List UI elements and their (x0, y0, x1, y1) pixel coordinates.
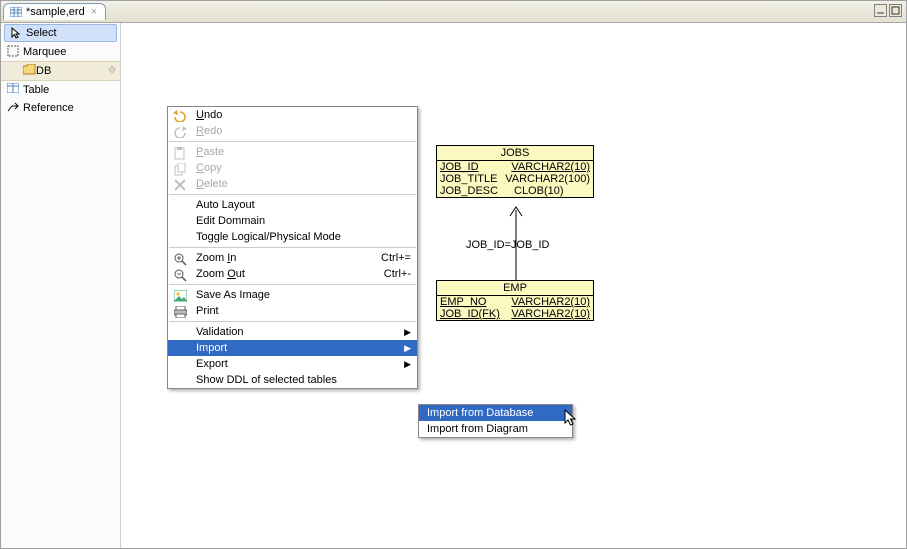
jobs-col0-type: VARCHAR2(10) (511, 161, 590, 173)
jobs-col2-type: CLOB(10) (514, 185, 564, 197)
marquee-icon (7, 45, 19, 57)
palette-marquee[interactable]: Marquee (1, 43, 120, 61)
erd-emp-title: EMP (437, 281, 593, 296)
erd-table-jobs[interactable]: JOBS JOB_IDVARCHAR2(10) JOB_TITLEVARCHAR… (436, 145, 594, 198)
table-icon (7, 83, 19, 95)
import-submenu: Import from Database Import from Diagram (418, 404, 573, 438)
palette-marquee-label: Marquee (23, 46, 66, 58)
redo-icon (172, 125, 188, 139)
menu-undo[interactable]: Undo (168, 107, 417, 123)
maximize-button[interactable] (889, 4, 902, 17)
submenu-arrow-icon: ▶ (404, 359, 411, 370)
jobs-col1-name: JOB_TITLE (440, 173, 505, 185)
pin-icon[interactable]: ⟐ (108, 65, 116, 76)
menu-auto-layout[interactable]: Auto Layout (168, 197, 417, 213)
menu-redo: Redo (168, 123, 417, 139)
tab-title: *sample,erd (26, 6, 85, 18)
tool-palette: Select Marquee DB ⟐ Table Reference (1, 23, 121, 548)
menu-import[interactable]: Import▶ (168, 340, 417, 356)
palette-reference[interactable]: Reference (1, 99, 120, 117)
jobs-col0-name: JOB_ID (440, 161, 511, 173)
paste-icon (172, 146, 188, 160)
minimize-button[interactable] (874, 4, 887, 17)
zoom-in-hint: Ctrl+= (381, 252, 411, 264)
delete-icon (172, 178, 188, 192)
erd-table-emp[interactable]: EMP EMP_NOVARCHAR2(10) JOB_ID(FK)VARCHAR… (436, 280, 594, 321)
zoom-in-icon (172, 252, 188, 266)
menu-undo-rest: ndo (204, 109, 222, 121)
menu-separator (169, 284, 416, 285)
submenu-arrow-icon: ▶ (404, 343, 411, 354)
menu-zoom-in[interactable]: Zoom InCtrl+= (168, 250, 417, 266)
submenu-import-diagram[interactable]: Import from Diagram (419, 421, 572, 437)
menu-separator (169, 194, 416, 195)
main-area: Select Marquee DB ⟐ Table Reference JOBS… (1, 23, 906, 548)
menu-print[interactable]: Print (168, 303, 417, 319)
menu-separator (169, 141, 416, 142)
emp-col1-name: JOB_ID(FK) (440, 308, 511, 320)
submenu-import-database[interactable]: Import from Database (419, 405, 572, 421)
file-tab[interactable]: *sample,erd × (3, 3, 106, 20)
table-file-icon (10, 7, 22, 17)
menu-export[interactable]: Export▶ (168, 356, 417, 372)
menu-paste: Paste (168, 144, 417, 160)
menu-delete: Delete (168, 176, 417, 192)
menu-save-image[interactable]: Save As Image (168, 287, 417, 303)
erd-canvas[interactable]: JOBS JOB_IDVARCHAR2(10) JOB_TITLEVARCHAR… (121, 23, 906, 548)
emp-col0-type: VARCHAR2(10) (511, 296, 590, 308)
erd-jobs-title: JOBS (437, 146, 593, 161)
menu-toggle-mode[interactable]: Toggle Logical/Physical Mode (168, 229, 417, 245)
reference-icon (7, 101, 19, 113)
copy-icon (172, 162, 188, 176)
mouse-cursor-icon (564, 409, 578, 427)
image-icon (172, 289, 188, 303)
relationship-label: JOB_ID=JOB_ID (466, 239, 549, 251)
menu-separator (169, 247, 416, 248)
jobs-col1-type: VARCHAR2(100) (505, 173, 590, 185)
submenu-arrow-icon: ▶ (404, 327, 411, 338)
palette-reference-label: Reference (23, 102, 74, 114)
palette-table-label: Table (23, 84, 49, 96)
arrow-icon (11, 27, 23, 39)
editor-tabbar: *sample,erd × (1, 1, 906, 23)
menu-zoom-out[interactable]: Zoom OutCtrl+- (168, 266, 417, 282)
palette-group-db[interactable]: DB ⟐ (1, 61, 120, 81)
window-controls (874, 4, 902, 17)
palette-table[interactable]: Table (1, 81, 120, 99)
menu-copy: Copy (168, 160, 417, 176)
palette-select-label: Select (26, 27, 57, 39)
palette-group-db-label: DB (36, 65, 51, 77)
zoom-out-hint: Ctrl+- (384, 268, 411, 280)
emp-col1-type: VARCHAR2(10) (511, 308, 590, 320)
print-icon (172, 305, 188, 319)
palette-select[interactable]: Select (4, 24, 117, 42)
menu-show-ddl[interactable]: Show DDL of selected tables (168, 372, 417, 388)
undo-icon (172, 109, 188, 123)
jobs-col2-name: JOB_DESC (440, 185, 514, 197)
context-menu: Undo Redo Paste Copy Delete Auto Layout … (167, 106, 418, 389)
menu-separator (169, 321, 416, 322)
folder-icon (23, 64, 36, 78)
close-icon[interactable]: × (91, 6, 97, 18)
zoom-out-icon (172, 268, 188, 282)
menu-edit-domain[interactable]: Edit Dommain (168, 213, 417, 229)
emp-col0-name: EMP_NO (440, 296, 511, 308)
menu-validation[interactable]: Validation▶ (168, 324, 417, 340)
